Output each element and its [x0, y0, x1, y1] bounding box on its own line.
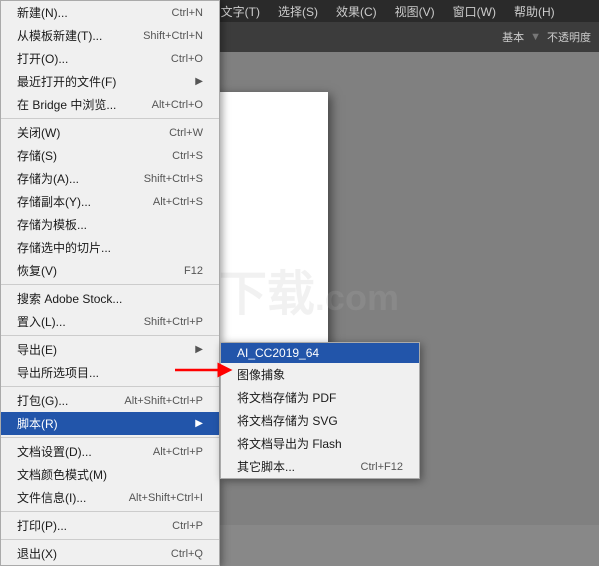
file-menu-dropdown: 新建(N)... Ctrl+N 从模板新建(T)... Shift+Ctrl+N…	[0, 0, 220, 566]
menu-item-save-as[interactable]: 存储为(A)... Shift+Ctrl+S	[1, 167, 219, 190]
bridge-shortcut: Alt+Ctrl+O	[152, 99, 203, 111]
save-as-shortcut: Shift+Ctrl+S	[144, 173, 203, 185]
menu-select[interactable]: 选择(S)	[270, 1, 326, 22]
stock-label: 搜索 Adobe Stock...	[17, 290, 122, 307]
scripts-label: 脚本(R)	[17, 415, 58, 432]
menu-item-recent[interactable]: 最近打开的文件(F) ▶	[1, 70, 219, 93]
recent-arrow: ▶	[195, 76, 203, 87]
save-svg-label: 将文档存储为 SVG	[237, 412, 338, 429]
menu-window[interactable]: 窗口(W)	[445, 1, 504, 22]
print-label: 打印(P)...	[17, 517, 67, 534]
separator-1	[1, 118, 219, 119]
file-info-shortcut: Alt+Shift+Ctrl+I	[129, 492, 203, 504]
scripts-arrow: ▶	[195, 418, 203, 429]
menu-item-scripts[interactable]: 脚本(R) ▶	[1, 412, 219, 435]
new-template-label: 从模板新建(T)...	[17, 27, 102, 44]
submenu-item-export-flash[interactable]: 将文档导出为 Flash	[221, 432, 419, 455]
menu-item-bridge[interactable]: 在 Bridge 中浏览... Alt+Ctrl+O	[1, 93, 219, 116]
menu-item-new-from-template[interactable]: 从模板新建(T)... Shift+Ctrl+N	[1, 24, 219, 47]
separator-4	[1, 386, 219, 387]
print-shortcut: Ctrl+P	[172, 520, 203, 532]
quit-shortcut: Ctrl+Q	[171, 548, 203, 560]
package-label: 打包(G)...	[17, 392, 68, 409]
save-shortcut: Ctrl+S	[172, 150, 203, 162]
menu-item-open[interactable]: 打开(O)... Ctrl+O	[1, 47, 219, 70]
scripts-submenu: AI_CC2019_64 图像捕象 将文档存储为 PDF 将文档存储为 SVG …	[220, 342, 420, 479]
separator-6	[1, 511, 219, 512]
basic-label: 基本	[502, 29, 524, 45]
red-arrow	[175, 355, 235, 385]
separator-5	[1, 437, 219, 438]
close-label: 关闭(W)	[17, 124, 60, 141]
save-pdf-label: 将文档存储为 PDF	[237, 389, 336, 406]
menu-item-file-info[interactable]: 文件信息(I)... Alt+Shift+Ctrl+I	[1, 486, 219, 509]
place-label: 置入(L)...	[17, 313, 66, 330]
new-template-shortcut: Shift+Ctrl+N	[143, 30, 203, 42]
menu-item-save-copy[interactable]: 存储副本(Y)... Alt+Ctrl+S	[1, 190, 219, 213]
revert-label: 恢复(V)	[17, 262, 57, 279]
opacity-label: 不透明度	[547, 29, 591, 45]
export-selected-label: 导出所选项目...	[17, 364, 99, 381]
color-mode-label: 文档颜色模式(M)	[17, 466, 107, 483]
quit-label: 退出(X)	[17, 545, 57, 562]
export-label: 导出(E)	[17, 341, 57, 358]
package-shortcut: Alt+Shift+Ctrl+P	[124, 395, 203, 407]
export-flash-label: 将文档导出为 Flash	[237, 435, 342, 452]
open-label: 打开(O)...	[17, 50, 68, 67]
dropdown-arrow-icon[interactable]: ▼	[530, 31, 541, 43]
export-arrow: ▶	[195, 344, 203, 355]
menu-item-print[interactable]: 打印(P)... Ctrl+P	[1, 514, 219, 537]
place-shortcut: Shift+Ctrl+P	[144, 316, 203, 328]
ai-cc2019-label: AI_CC2019_64	[237, 346, 319, 360]
submenu-item-image-capture[interactable]: 图像捕象	[221, 363, 419, 386]
close-shortcut: Ctrl+W	[169, 127, 203, 139]
menu-item-revert[interactable]: 恢复(V) F12	[1, 259, 219, 282]
image-capture-label: 图像捕象	[237, 366, 285, 383]
revert-shortcut: F12	[184, 265, 203, 277]
submenu-item-save-svg[interactable]: 将文档存储为 SVG	[221, 409, 419, 432]
save-template-label: 存储为模板...	[17, 216, 87, 233]
menu-item-package[interactable]: 打包(G)... Alt+Shift+Ctrl+P	[1, 389, 219, 412]
menu-item-doc-settings[interactable]: 文档设置(D)... Alt+Ctrl+P	[1, 440, 219, 463]
menu-item-place[interactable]: 置入(L)... Shift+Ctrl+P	[1, 310, 219, 333]
separator-3	[1, 335, 219, 336]
other-scripts-shortcut: Ctrl+F12	[361, 461, 404, 473]
menu-effect[interactable]: 效果(C)	[328, 1, 385, 22]
separator-7	[1, 539, 219, 540]
save-label: 存储(S)	[17, 147, 57, 164]
save-slices-label: 存储选中的切片...	[17, 239, 111, 256]
save-copy-shortcut: Alt+Ctrl+S	[153, 196, 203, 208]
menu-item-new[interactable]: 新建(N)... Ctrl+N	[1, 1, 219, 24]
submenu-item-other-scripts[interactable]: 其它脚本... Ctrl+F12	[221, 455, 419, 478]
menu-item-color-mode[interactable]: 文档颜色模式(M)	[1, 463, 219, 486]
menu-item-stock[interactable]: 搜索 Adobe Stock...	[1, 287, 219, 310]
save-copy-label: 存储副本(Y)...	[17, 193, 91, 210]
separator-2	[1, 284, 219, 285]
file-info-label: 文件信息(I)...	[17, 489, 86, 506]
recent-label: 最近打开的文件(F)	[17, 73, 116, 90]
menu-item-close[interactable]: 关闭(W) Ctrl+W	[1, 121, 219, 144]
bridge-label: 在 Bridge 中浏览...	[17, 96, 116, 113]
menu-item-save-template[interactable]: 存储为模板...	[1, 213, 219, 236]
new-label: 新建(N)...	[17, 4, 68, 21]
menu-item-quit[interactable]: 退出(X) Ctrl+Q	[1, 542, 219, 565]
new-shortcut: Ctrl+N	[172, 7, 203, 19]
menu-item-save-slices[interactable]: 存储选中的切片...	[1, 236, 219, 259]
doc-settings-label: 文档设置(D)...	[17, 443, 92, 460]
save-as-label: 存储为(A)...	[17, 170, 79, 187]
menu-view[interactable]: 视图(V)	[387, 1, 443, 22]
doc-settings-shortcut: Alt+Ctrl+P	[153, 446, 203, 458]
menu-text[interactable]: 文字(T)	[213, 1, 268, 22]
menu-item-save[interactable]: 存储(S) Ctrl+S	[1, 144, 219, 167]
open-shortcut: Ctrl+O	[171, 53, 203, 65]
menu-help[interactable]: 帮助(H)	[506, 1, 563, 22]
other-scripts-label: 其它脚本...	[237, 458, 295, 475]
submenu-item-ai-cc2019[interactable]: AI_CC2019_64	[221, 343, 419, 363]
submenu-item-save-pdf[interactable]: 将文档存储为 PDF	[221, 386, 419, 409]
